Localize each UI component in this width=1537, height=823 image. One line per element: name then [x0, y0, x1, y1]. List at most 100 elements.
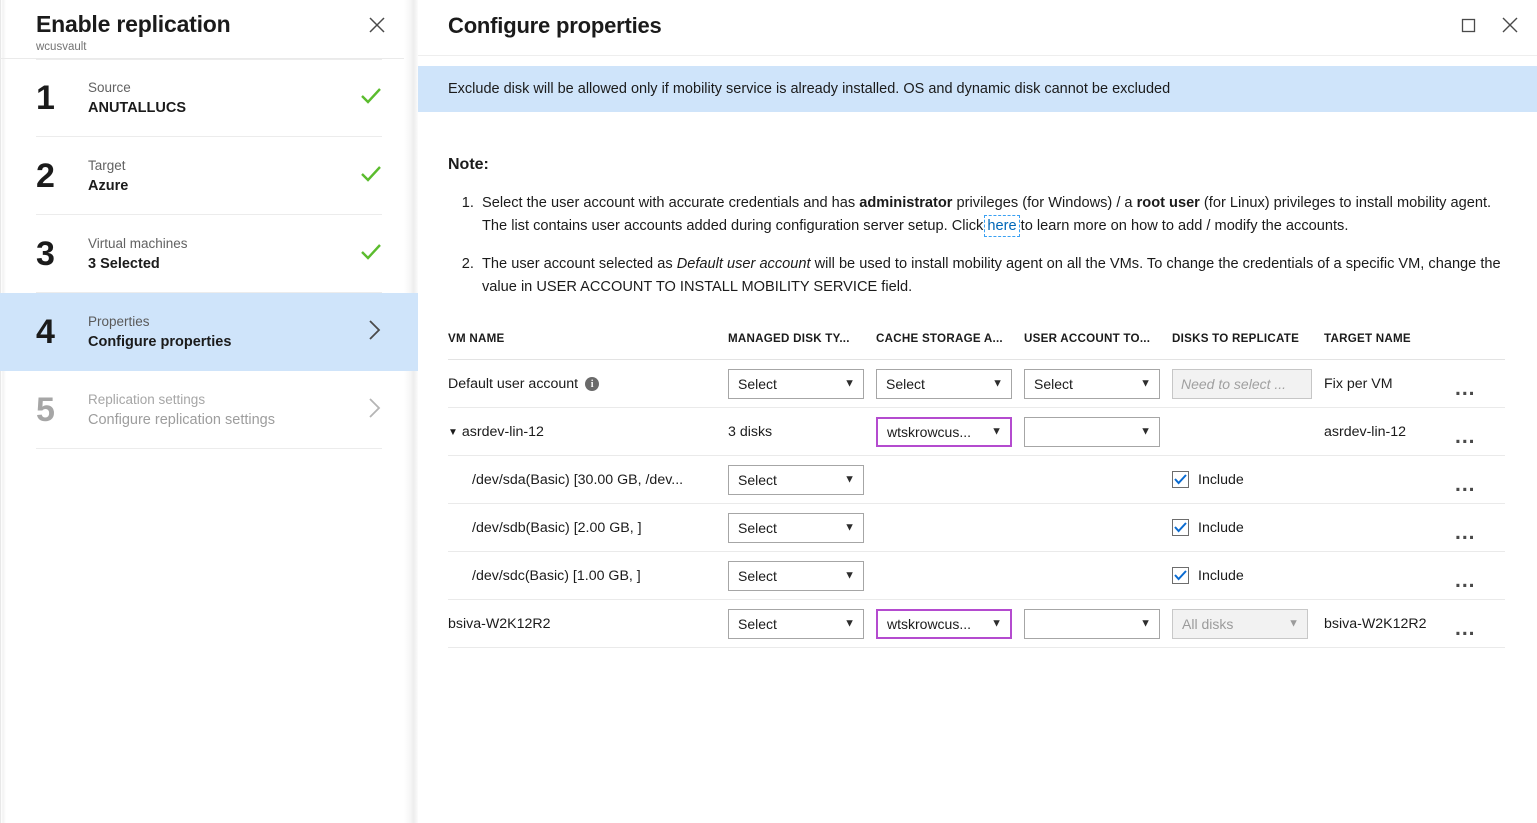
- disk-name-label: /dev/sdb(Basic) [2.00 GB, ]: [448, 520, 642, 536]
- chevron-down-icon: ▼: [844, 378, 855, 389]
- include-disk-checkbox[interactable]: Include: [1172, 471, 1324, 488]
- cell-user-account: [1024, 456, 1172, 504]
- wizard-steps: 1 Source ANUTALLUCS 2 Target Azure: [0, 59, 418, 449]
- wizard-title: Enable replication: [36, 10, 418, 38]
- cache-storage-account-dropdown[interactable]: wtskrowcus... ▼: [876, 417, 1012, 447]
- managed-disk-type-dropdown[interactable]: Select ▼: [728, 465, 864, 495]
- note-heading: Note:: [448, 156, 1507, 174]
- sidebar-step-replication-settings[interactable]: 5 Replication settings Configure replica…: [36, 371, 382, 449]
- info-banner: Exclude disk will be allowed only if mob…: [418, 66, 1537, 112]
- checkbox-checked-icon: [1172, 567, 1189, 584]
- include-label: Include: [1198, 568, 1244, 584]
- row-overflow-menu-button[interactable]: ...: [1449, 374, 1505, 394]
- cell-overflow: ...: [1449, 504, 1505, 552]
- step-number: 5: [36, 391, 88, 429]
- info-icon[interactable]: i: [585, 377, 599, 391]
- step-value: Configure replication settings: [88, 410, 348, 430]
- cache-storage-account-dropdown[interactable]: Select ▼: [876, 369, 1012, 399]
- managed-disk-type-dropdown[interactable]: Select ▼: [728, 561, 864, 591]
- cell-cache-storage-account: [876, 552, 1024, 600]
- cell-target-name: Fix per VM: [1324, 360, 1449, 408]
- table-row: /dev/sda(Basic) [30.00 GB, /dev... Selec…: [448, 456, 1505, 504]
- row-overflow-menu-button[interactable]: ...: [1449, 518, 1505, 538]
- dropdown-value: Select: [738, 568, 777, 584]
- cell-vm-name: ▼ asrdev-lin-12: [448, 408, 728, 456]
- note-section: Note: Select the user account with accur…: [418, 112, 1537, 298]
- chevron-down-icon: ▼: [992, 378, 1003, 389]
- cell-vm-name: Default user accounti: [448, 360, 728, 408]
- close-icon[interactable]: [364, 12, 390, 38]
- cell-target-name: bsiva-W2K12R2: [1324, 600, 1449, 648]
- vm-properties-grid-wrapper: VM NAME MANAGED DISK TY... CACHE STORAGE…: [418, 332, 1537, 648]
- sidebar-step-source[interactable]: 1 Source ANUTALLUCS: [36, 59, 382, 137]
- blade-header: Configure properties: [418, 0, 1537, 56]
- chevron-down-icon: ▼: [991, 426, 1002, 437]
- chevron-down-icon: ▼: [844, 570, 855, 581]
- row-overflow-menu-button[interactable]: ...: [1449, 422, 1505, 442]
- dropdown-value: wtskrowcus...: [887, 424, 971, 440]
- vm-name-label: asrdev-lin-12: [462, 424, 544, 440]
- step-number: 1: [36, 79, 88, 117]
- include-disk-checkbox[interactable]: Include: [1172, 519, 1324, 536]
- user-account-dropdown[interactable]: ▼: [1024, 609, 1160, 639]
- dropdown-value: wtskrowcus...: [887, 616, 971, 632]
- managed-disk-type-dropdown[interactable]: Select ▼: [728, 369, 864, 399]
- column-header-user-account: USER ACCOUNT TO...: [1024, 332, 1172, 360]
- table-row: Default user accounti Select ▼ Select ▼: [448, 360, 1505, 408]
- managed-disk-type-dropdown[interactable]: Select ▼: [728, 513, 864, 543]
- cell-vm-name: /dev/sdc(Basic) [1.00 GB, ]: [448, 552, 728, 600]
- managed-disk-type-dropdown[interactable]: Select ▼: [728, 609, 864, 639]
- here-link[interactable]: here: [987, 218, 1016, 234]
- cell-disks-to-replicate: Include: [1172, 552, 1324, 600]
- step-label: Source: [88, 78, 348, 97]
- table-row: bsiva-W2K12R2 Select ▼ wtskrowcus... ▼: [448, 600, 1505, 648]
- note-1-text-part-1: Select the user account with accurate cr…: [482, 195, 859, 211]
- cell-user-account: ▼: [1024, 600, 1172, 648]
- user-account-dropdown[interactable]: Select ▼: [1024, 369, 1160, 399]
- step-value: ANUTALLUCS: [88, 98, 348, 118]
- wizard-header: Enable replication wcusvault: [0, 0, 418, 59]
- cell-overflow: ...: [1449, 360, 1505, 408]
- note-list: Select the user account with accurate cr…: [448, 192, 1507, 298]
- cell-disks-to-replicate: Need to select ...: [1172, 360, 1324, 408]
- step-value: Configure properties: [88, 332, 348, 352]
- include-disk-checkbox[interactable]: Include: [1172, 567, 1324, 584]
- chevron-down-icon: ▼: [844, 474, 855, 485]
- wizard-sidebar: Enable replication wcusvault 1 Source AN…: [0, 0, 418, 823]
- cell-vm-name: /dev/sda(Basic) [30.00 GB, /dev...: [448, 456, 728, 504]
- dropdown-value: Select: [886, 376, 925, 392]
- disks-to-replicate-dropdown: All disks ▼: [1172, 609, 1308, 639]
- cell-cache-storage-account: Select ▼: [876, 360, 1024, 408]
- column-header-vm-name: VM NAME: [448, 332, 728, 360]
- step-label: Target: [88, 156, 348, 175]
- cell-user-account: ▼: [1024, 408, 1172, 456]
- close-icon[interactable]: [1497, 12, 1523, 38]
- field-placeholder: Need to select ...: [1181, 376, 1286, 392]
- cache-storage-account-dropdown[interactable]: wtskrowcus... ▼: [876, 609, 1012, 639]
- cell-disks-to-replicate: Include: [1172, 456, 1324, 504]
- page-title: Configure properties: [448, 12, 1537, 40]
- chevron-down-icon: ▼: [1140, 378, 1151, 389]
- row-overflow-menu-button[interactable]: ...: [1449, 470, 1505, 490]
- cell-overflow: ...: [1449, 456, 1505, 504]
- row-overflow-menu-button[interactable]: ...: [1449, 566, 1505, 586]
- checkmark-icon: [348, 165, 382, 187]
- cell-overflow: ...: [1449, 408, 1505, 456]
- expand-collapse-caret-icon[interactable]: ▼: [448, 427, 458, 438]
- sidebar-step-target[interactable]: 2 Target Azure: [36, 137, 382, 215]
- row-overflow-menu-button[interactable]: ...: [1449, 614, 1505, 634]
- cell-cache-storage-account: [876, 456, 1024, 504]
- step-label: Properties: [88, 312, 348, 331]
- sidebar-step-properties[interactable]: 4 Properties Configure properties: [0, 293, 418, 371]
- sidebar-step-virtual-machines[interactable]: 3 Virtual machines 3 Selected: [36, 215, 382, 293]
- step-value: 3 Selected: [88, 254, 348, 274]
- chevron-down-icon: ▼: [1140, 618, 1151, 629]
- user-account-dropdown[interactable]: ▼: [1024, 417, 1160, 447]
- note-2-italic-default-user-account: Default user account: [677, 256, 811, 272]
- table-row: ▼asrdev-lin-12 3 disks wtskrowcus... ▼: [448, 408, 1505, 456]
- cell-cache-storage-account: wtskrowcus... ▼: [876, 600, 1024, 648]
- chevron-down-icon: ▼: [1288, 618, 1299, 629]
- column-header-target-name: TARGET NAME: [1324, 332, 1505, 360]
- maximize-icon[interactable]: [1455, 12, 1481, 38]
- include-label: Include: [1198, 520, 1244, 536]
